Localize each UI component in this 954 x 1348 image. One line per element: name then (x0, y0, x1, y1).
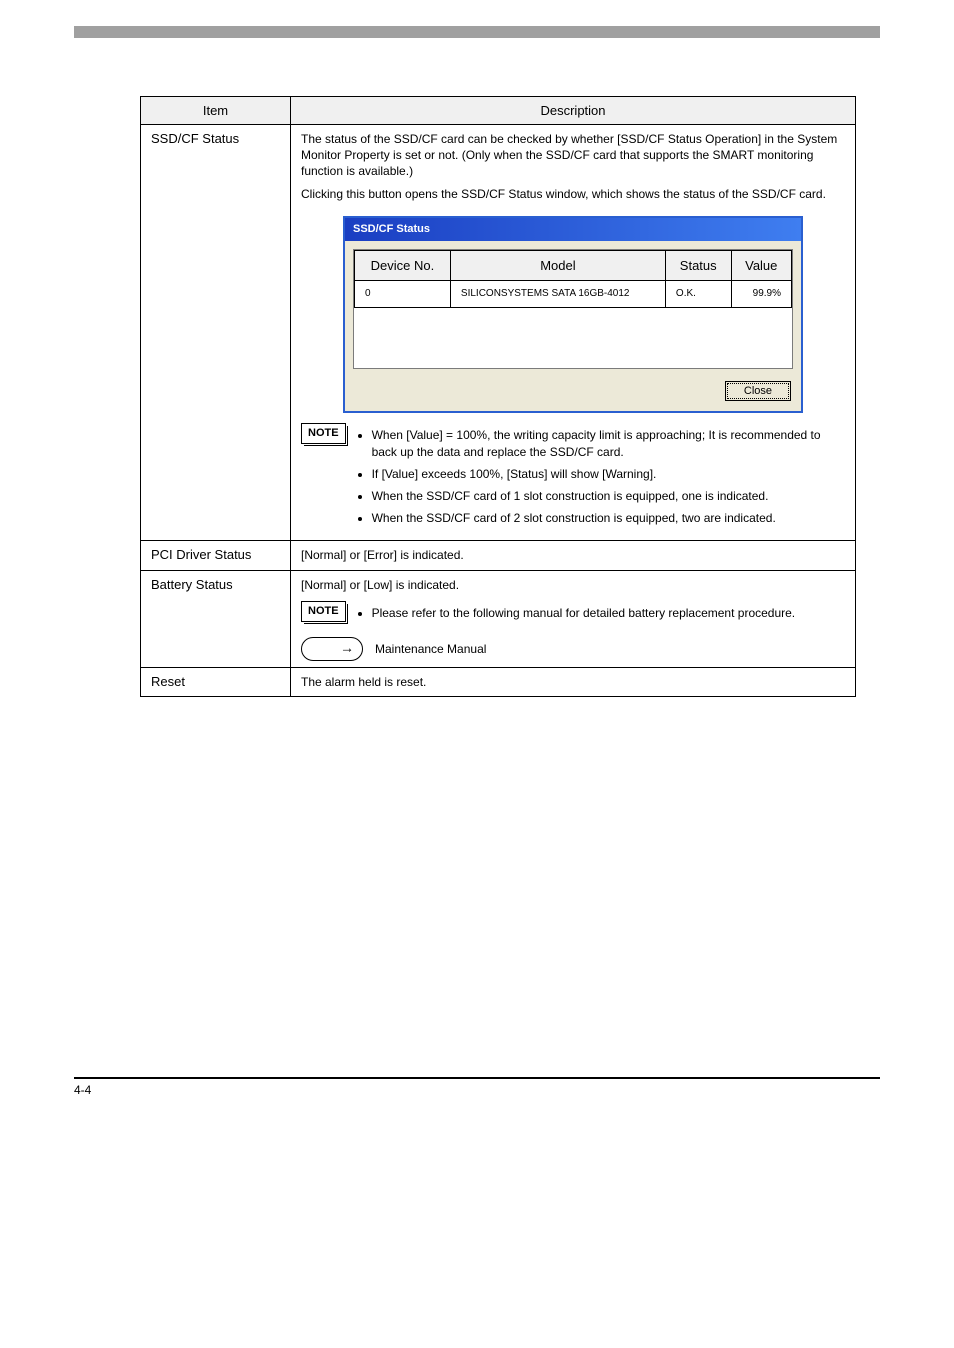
desc-text: Clicking this button opens the SSD/CF St… (301, 186, 845, 202)
see-reference-text: Maintenance Manual (375, 641, 486, 657)
note-item: Please refer to the following manual for… (372, 605, 845, 621)
see-reference-icon (301, 637, 363, 661)
dialog-list: Device No. Model Status Value 0 SILICONS… (353, 249, 793, 369)
table-row: SSD/CF Status The status of the SSD/CF c… (141, 125, 856, 541)
dlg-col-device: Device No. (355, 250, 451, 281)
dlg-data-row: 0 SILICONSYSTEMS SATA 16GB-4012 O.K. 99.… (355, 281, 792, 308)
desc-reset: The alarm held is reset. (291, 667, 856, 696)
table-row: Battery Status [Normal] or [Low] is indi… (141, 570, 856, 667)
desc-ssd-cf-status: The status of the SSD/CF card can be che… (291, 125, 856, 541)
item-pci-driver-status: PCI Driver Status (141, 541, 291, 570)
table-row: Reset The alarm held is reset. (141, 667, 856, 696)
dlg-col-model: Model (450, 250, 665, 281)
col-desc-header: Description (291, 97, 856, 125)
note-item: When [Value] = 100%, the writing capacit… (372, 427, 845, 459)
item-reset: Reset (141, 667, 291, 696)
close-button[interactable]: Close (725, 381, 791, 402)
note-item: When the SSD/CF card of 1 slot construct… (372, 488, 845, 504)
desc-text: The status of the SSD/CF card can be che… (301, 131, 845, 180)
page-number: 4-4 (74, 1083, 91, 1097)
page-footer: 4-4 (74, 1077, 880, 1097)
dlg-cell-status: O.K. (665, 281, 731, 308)
item-ssd-cf-status: SSD/CF Status (141, 125, 291, 541)
desc-battery-status: [Normal] or [Low] is indicated. NOTE Ple… (291, 570, 856, 667)
dlg-col-value: Value (731, 250, 791, 281)
dlg-cell-value: 99.9% (731, 281, 791, 308)
description-table: Item Description SSD/CF Status The statu… (140, 96, 856, 697)
note-item: If [Value] exceeds 100%, [Status] will s… (372, 466, 845, 482)
dialog-title: SSD/CF Status (345, 218, 801, 241)
desc-text: [Normal] or [Low] is indicated. (301, 577, 845, 593)
dlg-col-status: Status (665, 250, 731, 281)
desc-pci-driver-status: [Normal] or [Error] is indicated. (291, 541, 856, 570)
dlg-cell-model: SILICONSYSTEMS SATA 16GB-4012 (450, 281, 665, 308)
col-item-header: Item (141, 97, 291, 125)
note-item: When the SSD/CF card of 2 slot construct… (372, 510, 845, 526)
table-row: PCI Driver Status [Normal] or [Error] is… (141, 541, 856, 570)
note-badge: NOTE (301, 601, 346, 622)
page-header-bar (74, 26, 880, 38)
note-list: When [Value] = 100%, the writing capacit… (372, 427, 845, 526)
ssd-cf-status-dialog: SSD/CF Status Device No. Model Status Va… (343, 216, 803, 414)
dlg-cell-device: 0 (355, 281, 451, 308)
note-badge: NOTE (301, 423, 346, 444)
item-battery-status: Battery Status (141, 570, 291, 667)
note-list: Please refer to the following manual for… (372, 605, 845, 621)
